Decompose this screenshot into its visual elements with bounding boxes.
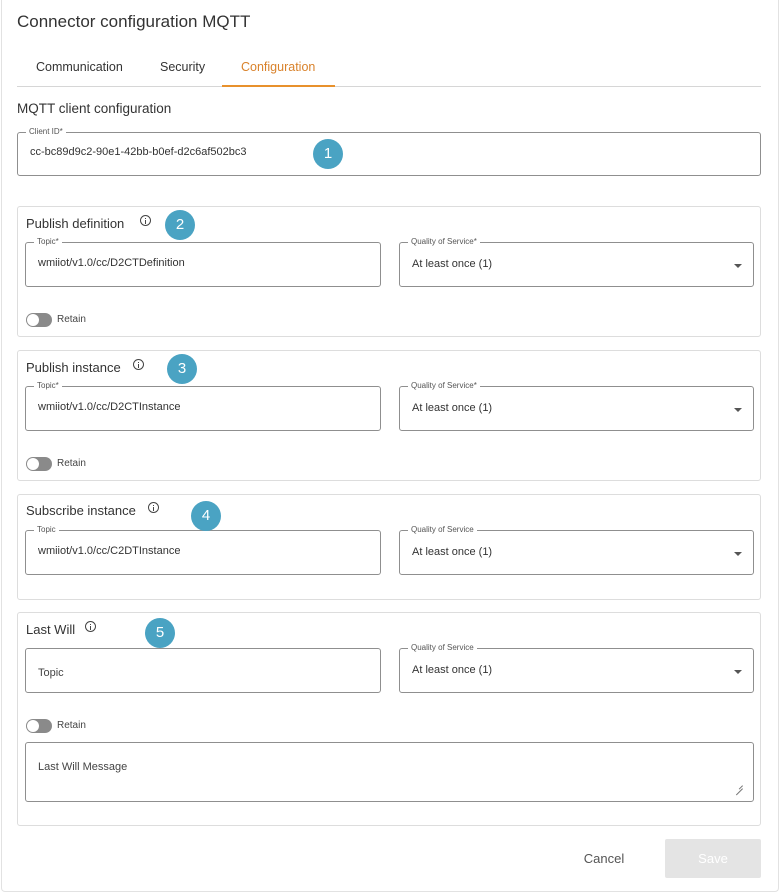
last-will-topic-field[interactable]: Topic	[25, 648, 381, 693]
tab-configuration[interactable]: Configuration	[241, 60, 315, 74]
publish-definition-title: Publish definition	[26, 216, 125, 231]
step-badge-3: 3	[167, 354, 197, 384]
chevron-down-icon	[734, 670, 742, 674]
topic-value: wmiiot/v1.0/cc/D2CTDefinition	[38, 257, 185, 269]
qos-value: At least once (1)	[412, 546, 493, 558]
client-id-value: cc-bc89d9c2-90e1-42bb-b0ef-d2c6af502bc3	[30, 146, 247, 158]
last-will-qos-select[interactable]: Quality of Service At least once (1)	[399, 643, 754, 693]
subscribe-instance-qos-select[interactable]: Quality of Service At least once (1)	[399, 525, 754, 575]
client-id-label: Client ID*	[26, 127, 66, 137]
chevron-down-icon	[734, 264, 742, 268]
publish-instance-topic-field[interactable]: Topic* wmiiot/v1.0/cc/D2CTInstance	[25, 381, 381, 431]
info-icon[interactable]	[133, 359, 144, 370]
chevron-down-icon	[734, 552, 742, 556]
topic-placeholder: Topic	[38, 667, 64, 679]
page-title: Connector configuration MQTT	[17, 12, 251, 31]
active-tab-indicator	[222, 85, 335, 87]
publish-instance-card: Publish instance Topic* wmiiot/v1.0/cc/D…	[17, 350, 761, 481]
last-will-title: Last Will	[26, 622, 76, 637]
qos-label: Quality of Service	[408, 525, 477, 535]
cancel-button[interactable]: Cancel	[571, 840, 637, 878]
qos-value: At least once (1)	[412, 258, 493, 270]
info-icon[interactable]	[140, 215, 151, 226]
info-icon[interactable]	[148, 502, 159, 513]
topic-label: Topic*	[34, 237, 62, 247]
last-will-message-textarea[interactable]: Last Will Message	[25, 742, 754, 802]
step-badge-1: 1	[313, 139, 343, 169]
mqtt-section-title: MQTT client configuration	[17, 101, 172, 116]
qos-label: Quality of Service*	[408, 381, 480, 391]
tab-bar: Communication Security Configuration	[17, 54, 761, 87]
qos-value: At least once (1)	[412, 402, 493, 414]
publish-instance-qos-select[interactable]: Quality of Service* At least once (1)	[399, 381, 754, 431]
topic-value: wmiiot/v1.0/cc/D2CTInstance	[38, 401, 181, 413]
qos-label: Quality of Service*	[408, 237, 480, 247]
last-will-card: Last Will Topic Quality of Service At le…	[17, 612, 761, 826]
qos-label: Quality of Service	[408, 643, 477, 653]
publish-instance-title: Publish instance	[26, 360, 121, 375]
info-icon[interactable]	[85, 621, 96, 632]
step-badge-2: 2	[165, 210, 195, 240]
topic-label: Topic	[34, 525, 59, 535]
subscribe-instance-card: Subscribe instance Topic wmiiot/v1.0/cc/…	[17, 494, 761, 600]
message-placeholder: Last Will Message	[38, 761, 128, 773]
subscribe-instance-topic-field[interactable]: Topic wmiiot/v1.0/cc/C2DTInstance	[25, 525, 381, 575]
topic-label: Topic*	[34, 381, 62, 391]
qos-value: At least once (1)	[412, 664, 493, 676]
step-badge-4: 4	[191, 501, 221, 531]
retain-label: Retain	[57, 458, 86, 469]
client-id-field[interactable]: Client ID* cc-bc89d9c2-90e1-42bb-b0ef-d2…	[17, 127, 761, 176]
tab-communication[interactable]: Communication	[36, 60, 123, 74]
publish-definition-retain-toggle[interactable]	[26, 313, 52, 327]
last-will-retain-toggle[interactable]	[26, 719, 52, 733]
step-badge-5: 5	[145, 618, 175, 648]
toggle-knob	[27, 314, 39, 326]
chevron-down-icon	[734, 408, 742, 412]
toggle-knob	[27, 720, 39, 732]
save-button[interactable]: Save	[665, 839, 761, 878]
resize-handle-icon[interactable]	[735, 781, 743, 789]
publish-definition-qos-select[interactable]: Quality of Service* At least once (1)	[399, 237, 754, 287]
publish-instance-retain-toggle[interactable]	[26, 457, 52, 471]
retain-label: Retain	[57, 314, 86, 325]
subscribe-instance-title: Subscribe instance	[26, 503, 136, 518]
tab-security[interactable]: Security	[160, 60, 205, 74]
publish-definition-card: Publish definition Topic* wmiiot/v1.0/cc…	[17, 206, 761, 337]
topic-value: wmiiot/v1.0/cc/C2DTInstance	[38, 545, 181, 557]
publish-definition-topic-field[interactable]: Topic* wmiiot/v1.0/cc/D2CTDefinition	[25, 237, 381, 287]
retain-label: Retain	[57, 720, 86, 731]
toggle-knob	[27, 458, 39, 470]
